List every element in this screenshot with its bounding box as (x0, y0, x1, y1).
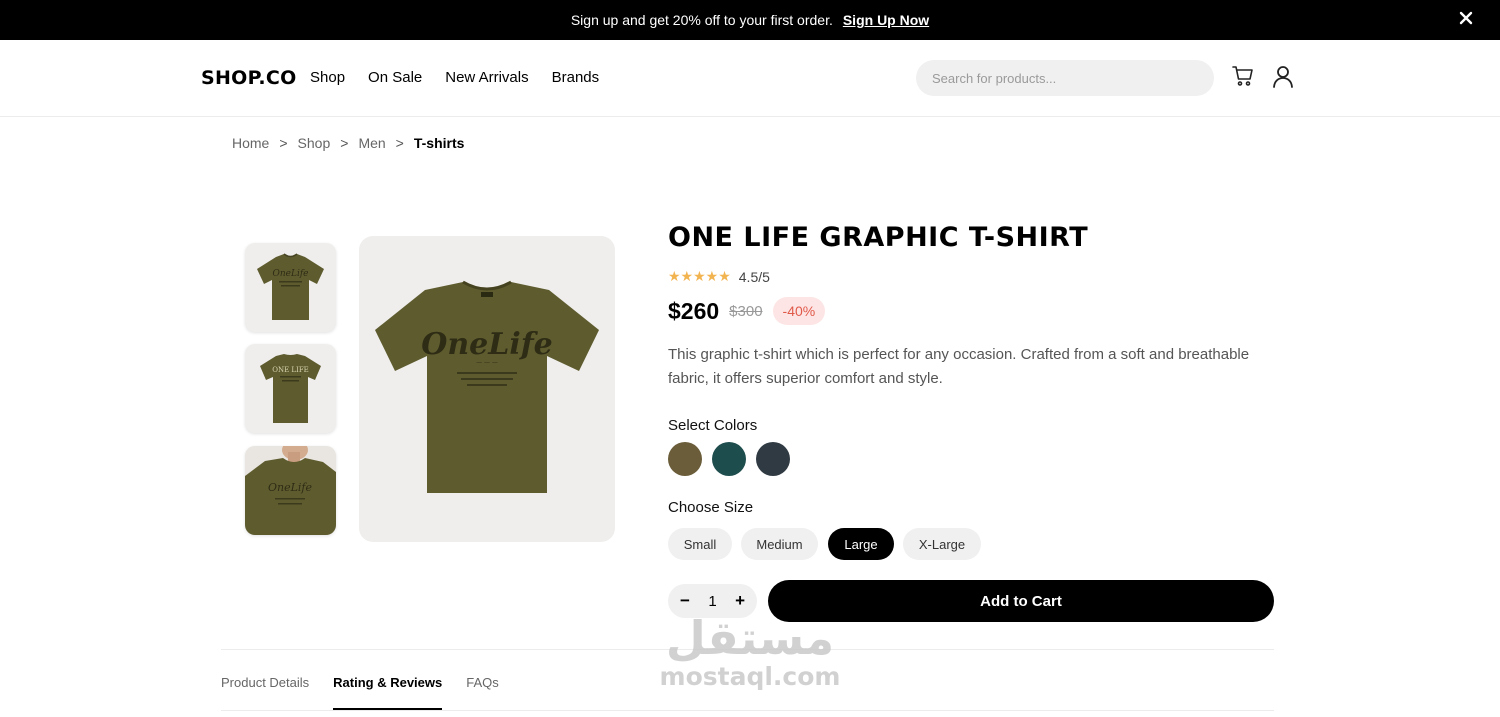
product-rating: ★★★★★ 4.5/5 (668, 268, 770, 285)
svg-text:OneLife: OneLife (421, 327, 553, 362)
navbar: SHOP.CO Shop On Sale New Arrivals Brands (0, 40, 1500, 117)
nav-link-brands[interactable]: Brands (552, 69, 600, 86)
discount-badge: -40% (772, 297, 826, 325)
breadcrumb-home[interactable]: Home (232, 135, 269, 151)
search-input[interactable] (916, 60, 1214, 96)
svg-text:ONE LIFE: ONE LIFE (272, 366, 309, 374)
nav-link-on-sale[interactable]: On Sale (368, 69, 422, 86)
tab-faqs[interactable]: FAQs (466, 675, 499, 710)
choose-size-label: Choose Size (668, 499, 754, 516)
product-tabs: Product Details Rating & Reviews FAQs (221, 675, 499, 710)
add-to-cart-button[interactable]: Add to Cart (768, 580, 1274, 622)
size-x-large[interactable]: X-Large (903, 528, 981, 560)
original-price: $300 (729, 302, 763, 320)
cart-icon[interactable] (1231, 64, 1255, 88)
quantity-value[interactable]: 1 (708, 593, 716, 610)
color-swatch-olive[interactable] (668, 442, 702, 476)
user-icon[interactable] (1271, 64, 1295, 88)
product-title: ONE LIFE GRAPHIC T-SHIRT (668, 222, 1089, 253)
price-row: $260 $300 -40% (668, 297, 826, 325)
color-swatch-charcoal[interactable] (756, 442, 790, 476)
breadcrumb-shop[interactable]: Shop (298, 135, 331, 151)
breadcrumb: Home > Shop > Men > T-shirts (232, 135, 464, 151)
tshirt-front-image: OneLife (257, 253, 324, 320)
nav-link-new-arrivals[interactable]: New Arrivals (445, 69, 528, 86)
size-small[interactable]: Small (668, 528, 732, 560)
watermark-latin: mostaql.com (659, 662, 841, 691)
breadcrumb-separator: > (340, 135, 349, 151)
current-price: $260 (668, 297, 720, 324)
rating-stars: ★★★★★ (668, 268, 731, 284)
select-colors-label: Select Colors (668, 417, 758, 434)
close-icon[interactable] (1458, 10, 1474, 26)
tab-product-details[interactable]: Product Details (221, 675, 309, 710)
increase-quantity-button[interactable]: + (735, 591, 745, 611)
tshirt-main-image: OneLife — — — (375, 280, 599, 493)
tshirt-back-image: ONE LIFE (260, 354, 321, 423)
promo-text: Sign up and get 20% off to your first or… (570, 12, 833, 28)
nav-links: Shop On Sale New Arrivals Brands (310, 69, 599, 86)
logo[interactable]: SHOP.CO (201, 67, 297, 89)
color-swatch-teal[interactable] (712, 442, 746, 476)
model-wearing-tshirt-image: OneLife (245, 446, 336, 535)
svg-text:OneLife: OneLife (268, 481, 313, 494)
thumbnail-front[interactable]: OneLife (245, 243, 336, 332)
sign-up-link[interactable]: Sign Up Now (843, 12, 929, 28)
breadcrumb-separator: > (395, 135, 404, 151)
product-description: This graphic t-shirt which is perfect fo… (668, 346, 1250, 387)
size-medium[interactable]: Medium (741, 528, 818, 560)
breadcrumb-current: T-shirts (413, 135, 465, 151)
breadcrumb-separator: > (279, 135, 288, 151)
svg-text:— — —: — — — (476, 359, 498, 366)
promo-bar: Sign up and get 20% off to your first or… (0, 0, 1500, 40)
decrease-quantity-button[interactable]: − (680, 591, 690, 611)
rating-value: 4.5/5 (738, 268, 770, 285)
tabs-bottom-border (221, 710, 1274, 711)
thumbnail-model[interactable]: OneLife (245, 446, 336, 535)
tab-rating-reviews[interactable]: Rating & Reviews (333, 675, 443, 710)
watermark: مستقل mostaql.com (659, 612, 841, 690)
svg-text:OneLife: OneLife (272, 269, 308, 279)
thumbnail-back[interactable]: ONE LIFE (245, 344, 336, 433)
main-product-image[interactable]: OneLife — — — (359, 236, 615, 542)
size-large[interactable]: Large (828, 528, 894, 560)
breadcrumb-men[interactable]: Men (358, 135, 385, 151)
nav-link-shop[interactable]: Shop (310, 69, 345, 86)
watermark-arabic: مستقل (665, 611, 835, 665)
